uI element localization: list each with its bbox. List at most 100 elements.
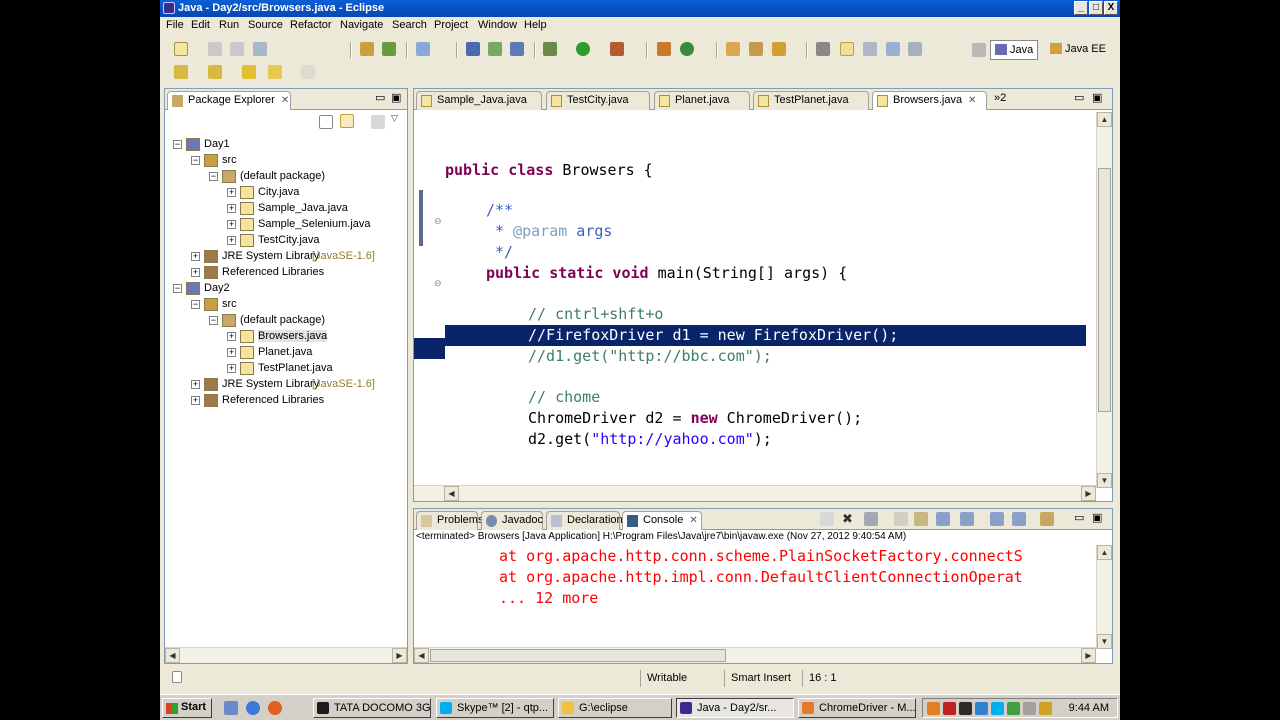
pin-console-icon[interactable]	[990, 512, 1004, 526]
menu-navigate[interactable]: Navigate	[340, 19, 383, 31]
java-perspective-button[interactable]: Java	[990, 40, 1039, 60]
collapse-icon[interactable]: −	[209, 316, 218, 325]
task-skype[interactable]: Skype™ [2] - qtp...	[436, 698, 554, 718]
task-explorer[interactable]: G:\eclipse	[558, 698, 672, 718]
tray-volume-icon[interactable]	[1023, 702, 1036, 715]
tree-item[interactable]: − (default package)	[165, 313, 405, 329]
clear-console-icon[interactable]	[894, 512, 908, 526]
maximize-view-icon[interactable]: ▣	[391, 91, 401, 104]
menu-edit[interactable]: Edit	[191, 19, 210, 31]
remove-launch-icon[interactable]: ✖	[842, 512, 856, 526]
scroll-thumb[interactable]	[1098, 168, 1111, 412]
view-menu-filter-icon[interactable]	[371, 115, 385, 129]
last-edit-icon[interactable]	[242, 65, 256, 79]
highlight-icon[interactable]	[840, 42, 854, 56]
expand-icon[interactable]: +	[227, 364, 236, 373]
fast-view-icon[interactable]	[172, 671, 182, 683]
task-chromedriver[interactable]: ChromeDriver - M...	[798, 698, 916, 718]
tray-app-icon[interactable]	[927, 702, 940, 715]
print-icon[interactable]	[253, 42, 267, 56]
open-task-icon[interactable]	[749, 42, 763, 56]
collapse-icon[interactable]: −	[173, 140, 182, 149]
tray-misc-icon[interactable]	[1039, 702, 1052, 715]
save-all-icon[interactable]	[230, 42, 244, 56]
tray-skype-icon[interactable]	[991, 702, 1004, 715]
collapse-icon[interactable]: −	[173, 284, 182, 293]
expand-icon[interactable]: +	[191, 396, 200, 405]
maximize-editor-icon[interactable]: ▣	[1092, 91, 1102, 104]
java-ee-perspective-button[interactable]: Java EE	[1046, 40, 1110, 60]
tree-item[interactable]: + Browsers.java	[165, 329, 405, 345]
expand-icon[interactable]: +	[191, 268, 200, 277]
menu-search[interactable]: Search	[392, 19, 427, 31]
collapse-icon[interactable]: −	[191, 300, 200, 309]
menu-file[interactable]: File	[166, 19, 184, 31]
tab-console[interactable]: Console ✕	[622, 511, 702, 530]
tree-item[interactable]: − src	[165, 153, 405, 169]
show-stdout-icon[interactable]	[960, 512, 974, 526]
word-wrap-icon[interactable]	[936, 512, 950, 526]
toggle-mark-icon[interactable]	[863, 42, 877, 56]
editor-hscroll[interactable]: ◀ ▶	[414, 485, 1096, 501]
minimize-button[interactable]: _	[1074, 1, 1088, 15]
menu-source[interactable]: Source	[248, 19, 283, 31]
view-menu-icon[interactable]: ▽	[391, 113, 398, 124]
close-tab-icon[interactable]: ✕	[689, 515, 697, 526]
scroll-up-arrow[interactable]: ▲	[1097, 112, 1112, 127]
tree-item[interactable]: − (default package)	[165, 169, 405, 185]
package-icon[interactable]	[382, 42, 396, 56]
tree-item[interactable]: + Sample_Java.java	[165, 201, 405, 217]
tree-item[interactable]: + Referenced Libraries	[165, 265, 405, 281]
new-class-icon[interactable]	[680, 42, 694, 56]
menu-run[interactable]: Run	[219, 19, 239, 31]
editor-vscroll[interactable]: ▲ ▼	[1096, 112, 1112, 488]
task-icon[interactable]	[416, 42, 430, 56]
expand-icon[interactable]: +	[227, 348, 236, 357]
tray-update-icon[interactable]	[975, 702, 988, 715]
tab-problems[interactable]: Problems	[416, 511, 483, 530]
expand-icon[interactable]: +	[191, 252, 200, 261]
tab-browsers[interactable]: Browsers.java ✕	[872, 91, 987, 110]
firefox-icon[interactable]	[268, 701, 282, 715]
wand-icon[interactable]	[772, 42, 786, 56]
tab-declaration[interactable]: Declaration	[546, 511, 623, 530]
show-desktop-icon[interactable]	[224, 701, 238, 715]
fold-icon[interactable]: ⊖	[434, 278, 442, 289]
build-icon[interactable]	[360, 42, 374, 56]
tree-item[interactable]: + TestPlanet.java	[165, 361, 405, 377]
open-perspective-icon[interactable]	[972, 43, 986, 57]
minimize-editor-icon[interactable]: ▭	[1074, 91, 1084, 104]
minimize-view-icon[interactable]: ▭	[1074, 511, 1084, 524]
next-annotation-icon[interactable]	[174, 65, 188, 79]
run-icon[interactable]	[576, 42, 590, 56]
block-selection-icon[interactable]	[886, 42, 900, 56]
tree-item[interactable]: + City.java	[165, 185, 405, 201]
scroll-down-arrow[interactable]: ▼	[1097, 473, 1112, 488]
refresh-icon[interactable]	[488, 42, 502, 56]
package-explorer-hscroll[interactable]: ◀ ▶	[165, 647, 407, 663]
scroll-lock-icon[interactable]	[914, 512, 928, 526]
tab-package-explorer[interactable]: Package Explorer ✕	[167, 91, 291, 110]
minimize-view-icon[interactable]: ▭	[375, 91, 385, 104]
menu-refactor[interactable]: Refactor	[290, 19, 332, 31]
tree-item[interactable]: + JRE System Library [JavaSE-1.6]	[165, 249, 405, 265]
show-whitespace-icon[interactable]	[908, 42, 922, 56]
close-tab-icon[interactable]: ✕	[281, 95, 289, 106]
expand-icon[interactable]: +	[227, 220, 236, 229]
console-hscroll[interactable]: ◀ ▶	[414, 647, 1096, 663]
tree-item[interactable]: + Sample_Selenium.java	[165, 217, 405, 233]
tree-item[interactable]: + Referenced Libraries	[165, 393, 405, 409]
more-tabs-indicator[interactable]: »2	[994, 92, 1006, 104]
new-icon[interactable]	[174, 42, 188, 56]
scroll-thumb[interactable]	[430, 649, 726, 662]
tab-javadoc[interactable]: Javadoc	[481, 511, 543, 530]
fold-icon[interactable]: ⊖	[434, 216, 442, 227]
tray-security-icon[interactable]	[1007, 702, 1020, 715]
tree-item[interactable]: − Day2	[165, 281, 405, 297]
expand-icon[interactable]: +	[191, 380, 200, 389]
maximize-view-icon[interactable]: ▣	[1092, 511, 1102, 524]
menu-help[interactable]: Help	[524, 19, 547, 31]
scroll-left-arrow[interactable]: ◀	[444, 486, 459, 501]
open-type-icon[interactable]	[726, 42, 740, 56]
tree-item[interactable]: + JRE System Library [JavaSE-1.6]	[165, 377, 405, 393]
